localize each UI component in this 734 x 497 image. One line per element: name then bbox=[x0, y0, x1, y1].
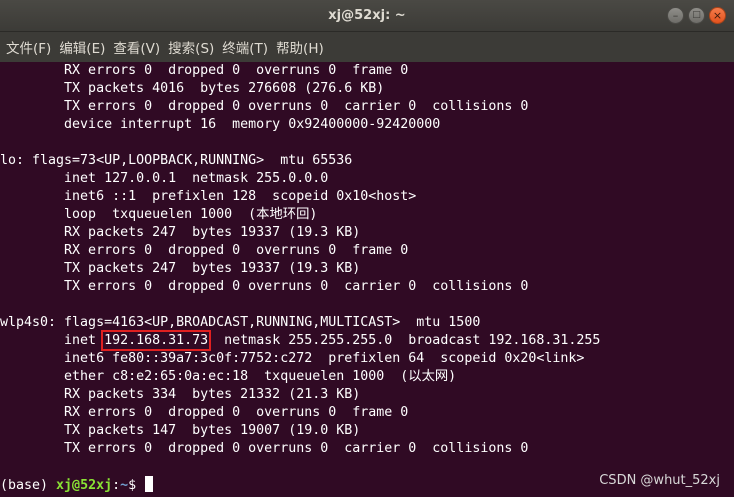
terminal-line: RX errors 0 dropped 0 overruns 0 frame 0 bbox=[0, 243, 409, 258]
terminal-line: lo: flags=73<UP,LOOPBACK,RUNNING> mtu 65… bbox=[0, 153, 353, 168]
terminal-line: wlp4s0: flags=4163<UP,BROADCAST,RUNNING,… bbox=[0, 315, 481, 330]
title-bar[interactable]: xj@52xj: ~ – □ × bbox=[0, 0, 734, 32]
terminal-window: xj@52xj: ~ – □ × 文件(F) 编辑(E) 查看(V) 搜索(S)… bbox=[0, 0, 734, 497]
shell-prompt[interactable]: (base) xj@52xj:~$ bbox=[0, 476, 154, 494]
menu-terminal[interactable]: 终端(T) bbox=[222, 37, 268, 57]
terminal-line: TX packets 247 bytes 19337 (19.3 KB) bbox=[0, 261, 361, 276]
window-title: xj@52xj: ~ bbox=[328, 8, 406, 23]
prompt-symbol: $ bbox=[128, 478, 145, 493]
terminal-line: inet6 ::1 prefixlen 128 scopeid 0x10<hos… bbox=[0, 189, 417, 204]
prompt-path: ~ bbox=[120, 478, 129, 493]
cursor bbox=[145, 476, 154, 492]
terminal-line: RX errors 0 dropped 0 overruns 0 frame 0 bbox=[0, 63, 409, 78]
terminal-line: ether c8:e2:65:0a:ec:18 txqueuelen 1000 … bbox=[0, 369, 457, 384]
close-icon: × bbox=[712, 9, 723, 22]
terminal-line: TX errors 0 dropped 0 overruns 0 carrier… bbox=[0, 99, 529, 114]
maximize-button[interactable]: □ bbox=[688, 7, 705, 24]
terminal-line: TX packets 147 bytes 19007 (19.0 KB) bbox=[0, 423, 361, 438]
prompt-env: (base) bbox=[0, 478, 57, 493]
menu-bar: 文件(F) 编辑(E) 查看(V) 搜索(S) 终端(T) 帮助(H) bbox=[0, 32, 734, 62]
terminal-line: TX errors 0 dropped 0 overruns 0 carrier… bbox=[0, 279, 529, 294]
terminal-line: RX errors 0 dropped 0 overruns 0 frame 0 bbox=[0, 405, 409, 420]
minimize-button[interactable]: – bbox=[667, 7, 684, 24]
watermark: CSDN @whut_52xj bbox=[599, 473, 720, 488]
terminal-output[interactable]: RX errors 0 dropped 0 overruns 0 frame 0… bbox=[0, 62, 734, 497]
menu-edit[interactable]: 编辑(E) bbox=[59, 37, 105, 57]
menu-search[interactable]: 搜索(S) bbox=[168, 37, 214, 57]
terminal-line: inet6 fe80::39a7:3c0f:7752:c272 prefixle… bbox=[0, 351, 585, 366]
terminal-line: RX packets 334 bytes 21332 (21.3 KB) bbox=[0, 387, 361, 402]
terminal-line: TX errors 0 dropped 0 overruns 0 carrier… bbox=[0, 441, 529, 456]
inet-prefix: inet bbox=[0, 333, 105, 348]
maximize-icon: □ bbox=[692, 10, 701, 20]
terminal-line: RX packets 247 bytes 19337 (19.3 KB) bbox=[0, 225, 361, 240]
window-controls: – □ × bbox=[667, 7, 726, 25]
highlighted-ip-address: 192.168.31.73 bbox=[101, 330, 212, 351]
terminal-line: device interrupt 16 memory 0x92400000-92… bbox=[0, 117, 441, 132]
inet-suffix: netmask 255.255.255.0 broadcast 192.168.… bbox=[208, 333, 601, 348]
terminal-line: inet 127.0.0.1 netmask 255.0.0.0 bbox=[0, 171, 329, 186]
menu-file[interactable]: 文件(F) bbox=[6, 37, 51, 57]
prompt-separator: : bbox=[112, 478, 121, 493]
close-button[interactable]: × bbox=[709, 7, 726, 24]
terminal-line: loop txqueuelen 1000 (本地环回) bbox=[0, 207, 318, 222]
menu-help[interactable]: 帮助(H) bbox=[276, 37, 324, 57]
menu-view[interactable]: 查看(V) bbox=[113, 37, 160, 57]
minimize-icon: – bbox=[672, 9, 679, 22]
prompt-user-host: xj@52xj bbox=[56, 478, 113, 493]
terminal-line-inet: inet 192.168.31.73 netmask 255.255.255.0… bbox=[0, 330, 601, 351]
terminal-line: TX packets 4016 bytes 276608 (276.6 KB) bbox=[0, 81, 385, 96]
